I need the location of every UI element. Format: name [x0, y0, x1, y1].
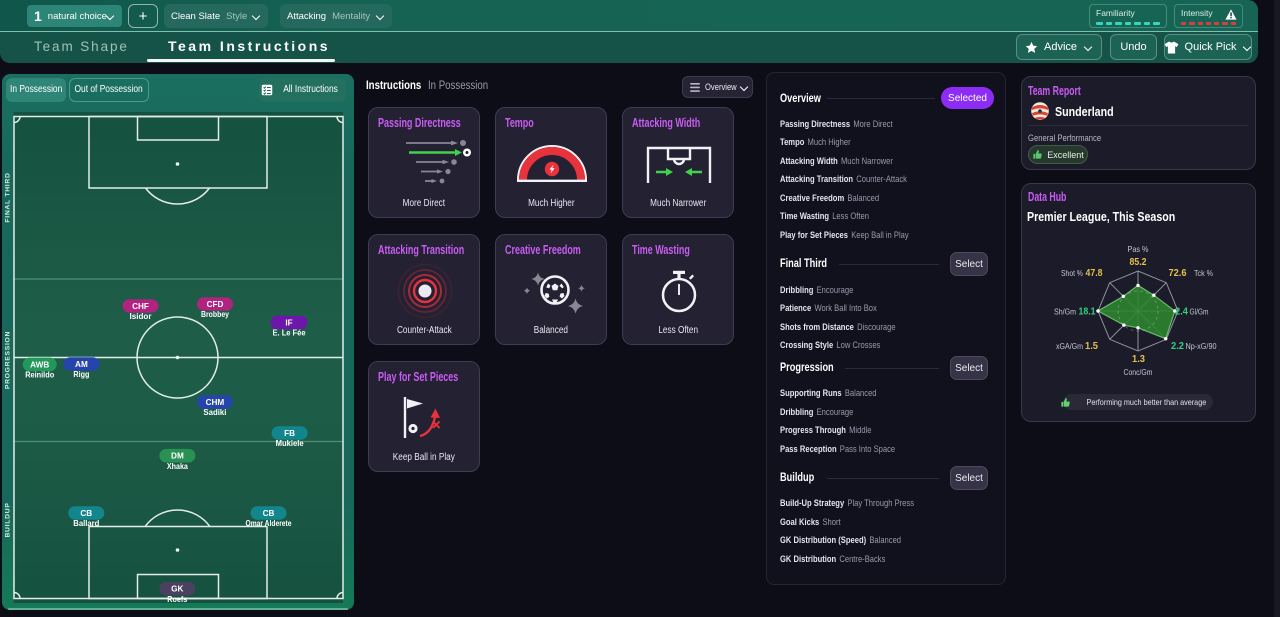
svg-text:Mukiele: Mukiele [276, 438, 304, 448]
svg-text:Conc/Gm: Conc/Gm [1124, 367, 1153, 377]
svg-text:AM: AM [75, 360, 88, 369]
svg-text:1.5: 1.5 [1085, 340, 1098, 352]
svg-text:18.1: 18.1 [1079, 306, 1096, 318]
svg-text:AWB: AWB [30, 360, 49, 369]
svg-text:E. Le Fée: E. Le Fée [273, 328, 306, 338]
svg-text:85.2: 85.2 [1130, 256, 1147, 268]
svg-text:1.3: 1.3 [1132, 353, 1145, 365]
svg-text:Pas %: Pas % [1128, 244, 1149, 254]
svg-text:CFD: CFD [207, 300, 224, 309]
svg-text:2.4: 2.4 [1175, 306, 1188, 318]
svg-text:Xhaka: Xhaka [167, 461, 188, 471]
svg-text:IF: IF [285, 319, 292, 328]
svg-text:CB: CB [80, 509, 92, 518]
svg-text:FB: FB [284, 429, 295, 438]
svg-text:CHM: CHM [206, 398, 225, 407]
svg-text:Isidor: Isidor [130, 311, 153, 321]
svg-text:Roefs: Roefs [167, 594, 187, 604]
svg-text:FINAL THIRD: FINAL THIRD [5, 172, 12, 222]
svg-text:Tck %: Tck % [1194, 268, 1213, 278]
svg-text:PROGRESSION: PROGRESSION [5, 331, 12, 389]
svg-text:xGA/Gm: xGA/Gm [1056, 341, 1083, 351]
svg-text:Reinildo: Reinildo [25, 370, 54, 380]
svg-text:Np-xG/90: Np-xG/90 [1186, 341, 1217, 351]
svg-text:DM: DM [171, 452, 184, 461]
svg-text:Brobbey: Brobbey [201, 309, 229, 319]
svg-text:GK: GK [171, 585, 183, 594]
svg-text:Sh/Gm: Sh/Gm [1054, 307, 1076, 317]
svg-text:Rigg: Rigg [73, 369, 89, 379]
svg-text:CHF: CHF [132, 302, 149, 311]
svg-text:Gl/Gm: Gl/Gm [1190, 307, 1209, 317]
svg-text:CB: CB [263, 509, 275, 518]
svg-text:Shot %: Shot % [1061, 268, 1083, 278]
svg-text:BUILDUP: BUILDUP [5, 502, 12, 537]
svg-text:Ballard: Ballard [73, 518, 99, 528]
svg-text:2.2: 2.2 [1171, 340, 1184, 352]
svg-text:47.8: 47.8 [1086, 267, 1103, 279]
svg-text:Sadiki: Sadiki [203, 407, 226, 417]
svg-text:72.6: 72.6 [1169, 267, 1187, 279]
svg-text:Omar Alderete: Omar Alderete [246, 518, 292, 528]
